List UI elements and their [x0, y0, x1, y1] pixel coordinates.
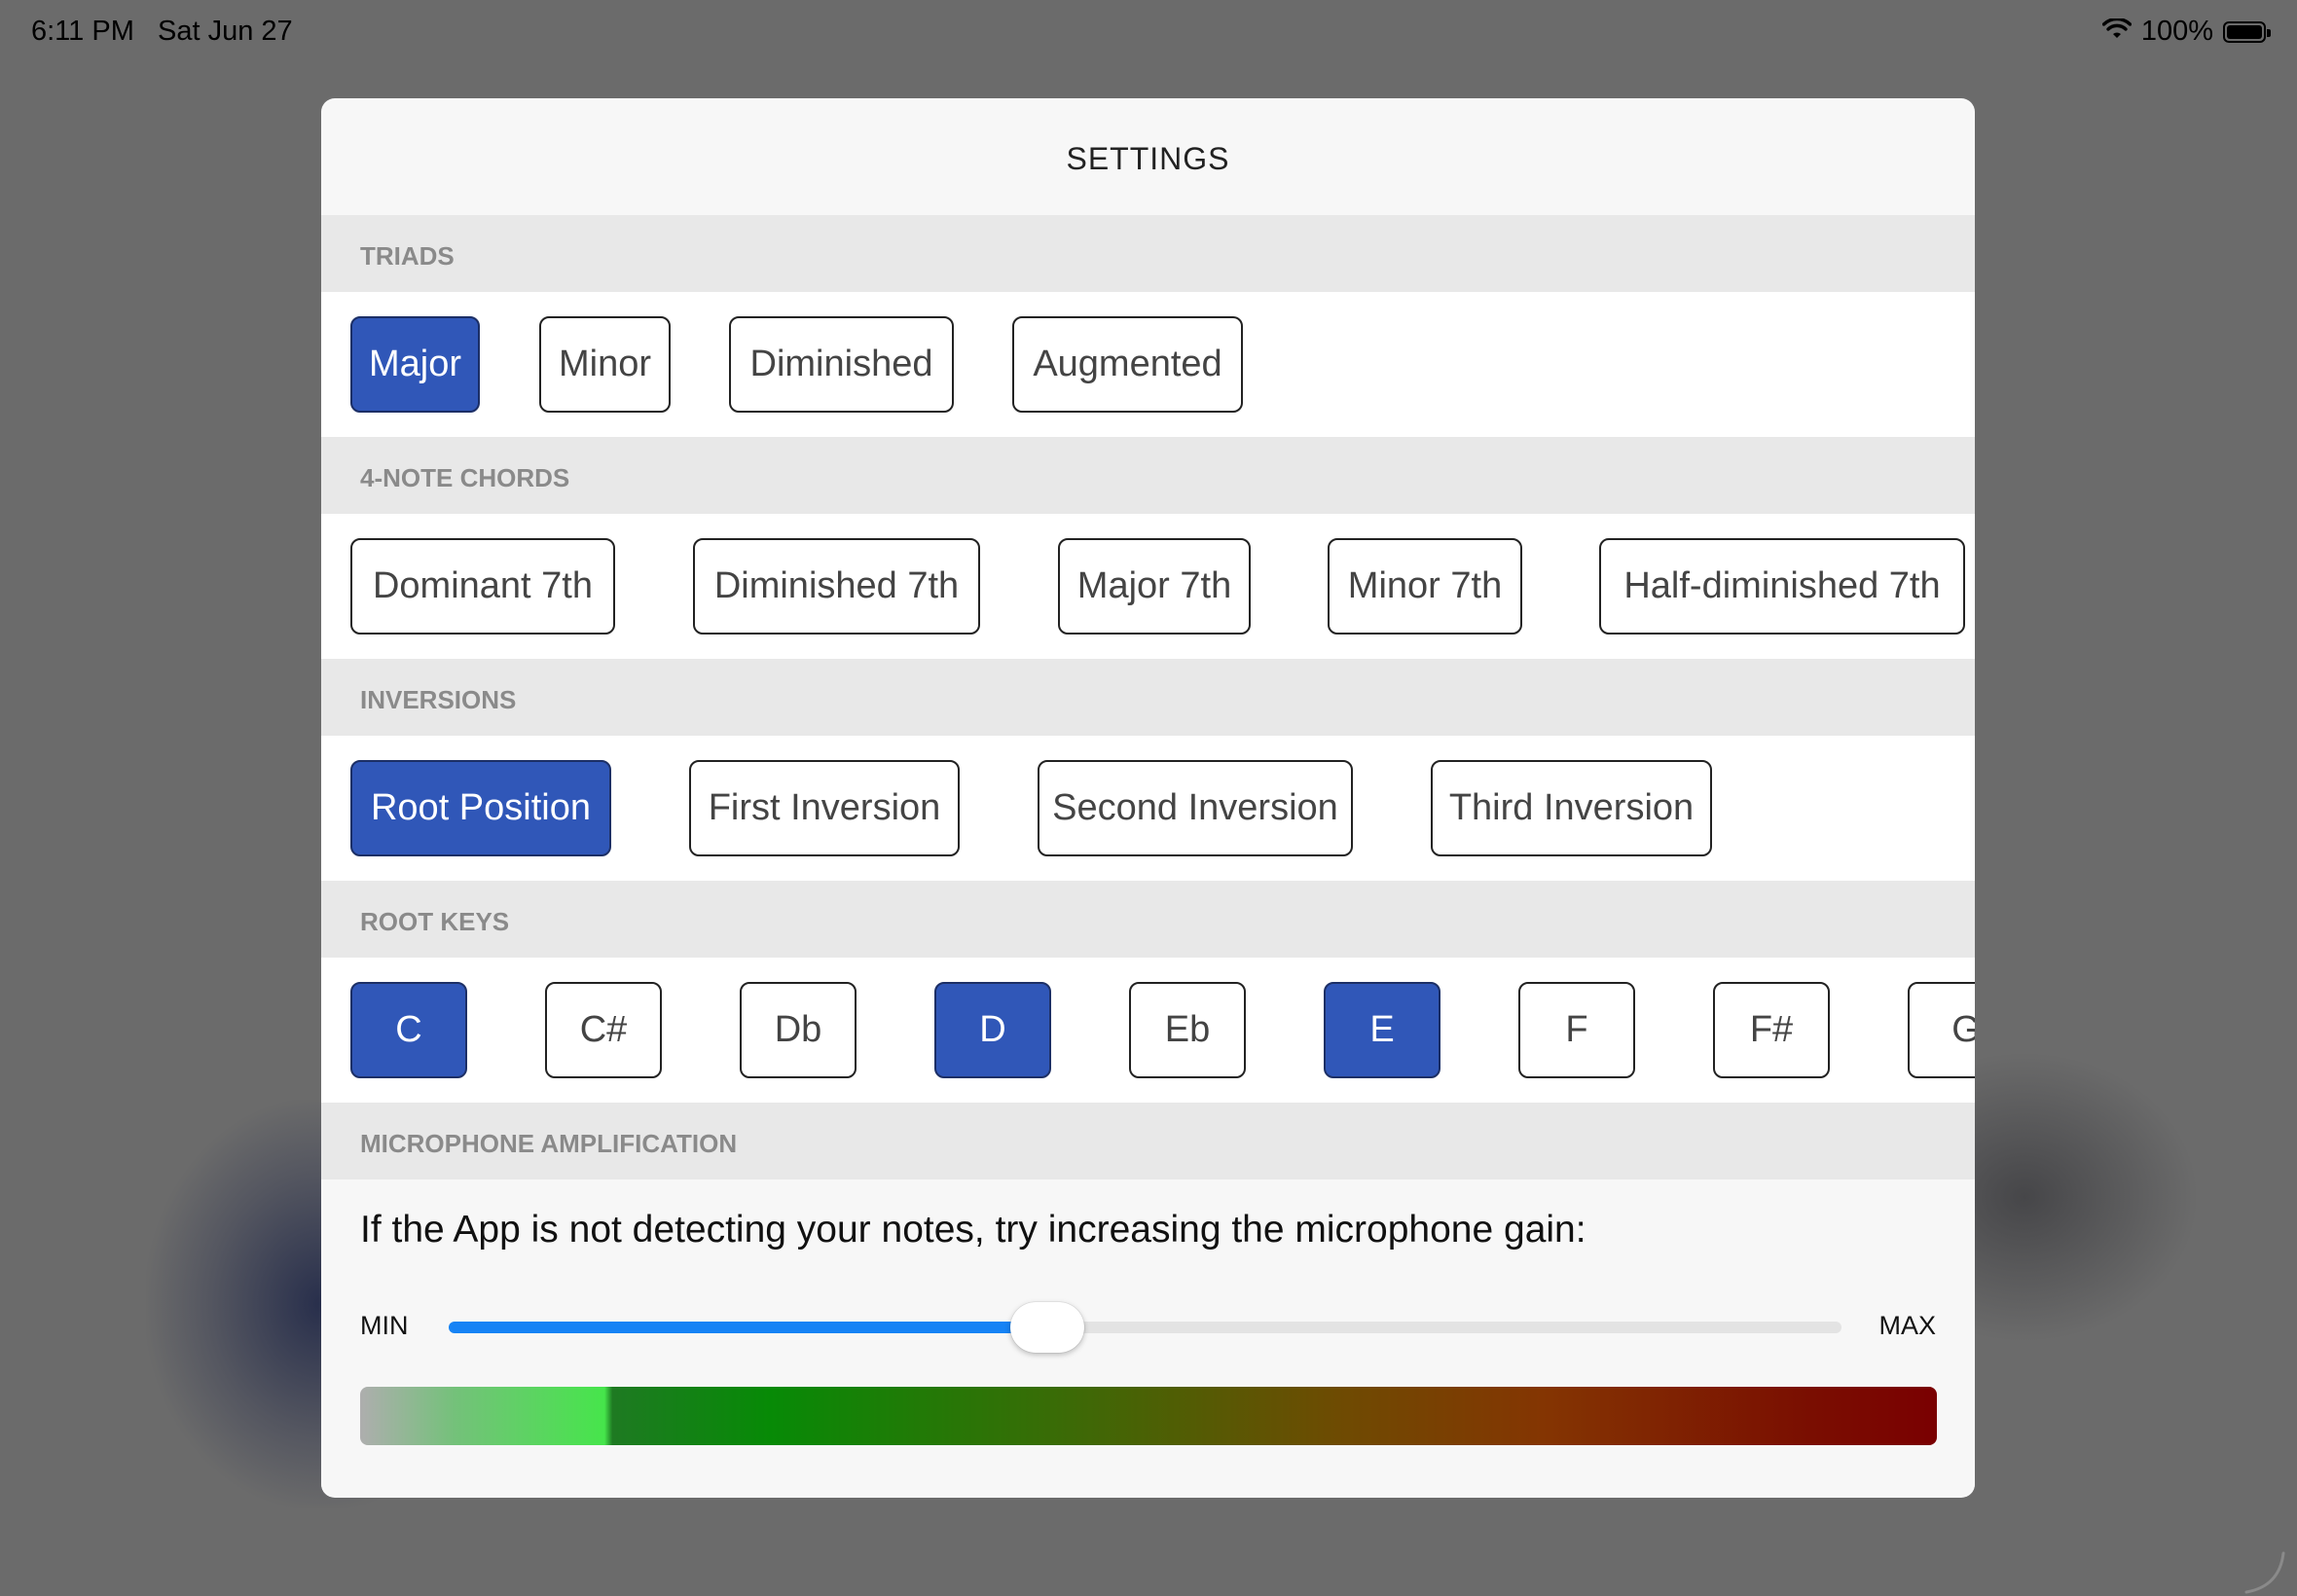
wifi-icon — [2101, 16, 2133, 48]
section-header-mic: MICROPHONE AMPLIFICATION — [321, 1103, 1975, 1179]
key-e-button[interactable]: E — [1324, 982, 1440, 1078]
slider-min-label: MIN — [360, 1311, 409, 1340]
key-c-sharp-button[interactable]: C# — [545, 982, 662, 1078]
section-header-inversions: INVERSIONS — [321, 659, 1975, 736]
gain-slider-fill — [449, 1322, 1048, 1333]
mic-section: If the App is not detecting your notes, … — [321, 1179, 1975, 1497]
section-header-triads: TRIADS — [321, 215, 1975, 292]
slider-max-label: MAX — [1878, 1311, 1936, 1340]
gain-slider[interactable] — [449, 1302, 1841, 1353]
chord-dominant-7th-button[interactable]: Dominant 7th — [350, 538, 615, 635]
mic-description: If the App is not detecting your notes, … — [360, 1209, 1586, 1251]
chord-half-diminished-7th-button[interactable]: Half-diminished 7th — [1599, 538, 1965, 635]
inversion-third-button[interactable]: Third Inversion — [1431, 760, 1712, 856]
status-left: 6:11 PM Sat Jun 27 — [31, 16, 293, 48]
root-keys-row: C C# Db D Eb E F F# G — [321, 958, 1975, 1103]
modal-title: SETTINGS — [1066, 141, 1230, 176]
chord-diminished-7th-button[interactable]: Diminished 7th — [693, 538, 980, 635]
triad-major-button[interactable]: Major — [350, 316, 480, 413]
status-right: 100% — [2101, 16, 2271, 48]
chord-minor-7th-button[interactable]: Minor 7th — [1328, 538, 1522, 635]
battery-icon — [2223, 20, 2271, 43]
settings-modal: SETTINGS TRIADS Major Minor Diminished A… — [321, 98, 1975, 1498]
status-date: Sat Jun 27 — [158, 16, 293, 47]
key-d-flat-button[interactable]: Db — [740, 982, 857, 1078]
inversions-row: Root Position First Inversion Second Inv… — [321, 736, 1975, 881]
key-e-flat-button[interactable]: Eb — [1129, 982, 1246, 1078]
key-f-sharp-button[interactable]: F# — [1713, 982, 1830, 1078]
triad-diminished-button[interactable]: Diminished — [729, 316, 954, 413]
status-time: 6:11 PM — [31, 16, 134, 47]
inversion-first-button[interactable]: First Inversion — [689, 760, 960, 856]
mic-level-meter — [360, 1387, 1937, 1445]
inversion-root-position-button[interactable]: Root Position — [350, 760, 611, 856]
corner-grabber-icon — [2244, 1551, 2285, 1594]
four-note-row: Dominant 7th Diminished 7th Major 7th Mi… — [321, 514, 1975, 659]
triad-augmented-button[interactable]: Augmented — [1012, 316, 1243, 413]
triad-minor-button[interactable]: Minor — [539, 316, 671, 413]
key-c-button[interactable]: C — [350, 982, 467, 1078]
key-d-button[interactable]: D — [934, 982, 1051, 1078]
battery-percent: 100% — [2140, 16, 2213, 47]
key-g-button[interactable]: G — [1908, 982, 1975, 1078]
chord-major-7th-button[interactable]: Major 7th — [1058, 538, 1251, 635]
status-bar: 6:11 PM Sat Jun 27 100% — [0, 0, 2297, 62]
triads-row: Major Minor Diminished Augmented — [321, 292, 1975, 437]
section-header-root-keys: ROOT KEYS — [321, 881, 1975, 958]
key-f-button[interactable]: F — [1518, 982, 1635, 1078]
gain-slider-thumb[interactable] — [1010, 1302, 1085, 1353]
inversion-second-button[interactable]: Second Inversion — [1038, 760, 1353, 856]
section-header-four-note: 4-NOTE CHORDS — [321, 437, 1975, 514]
